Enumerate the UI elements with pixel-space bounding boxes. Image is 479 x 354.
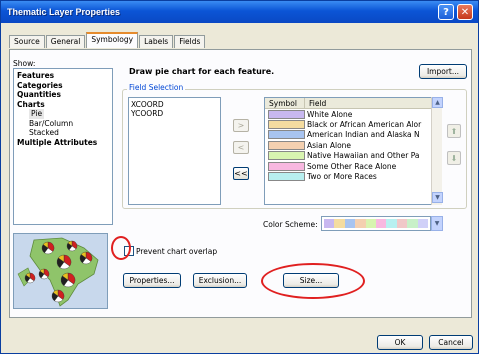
color-scheme-label: Color Scheme: bbox=[263, 220, 318, 229]
renderer-description: Draw pie chart for each feature. bbox=[129, 67, 275, 76]
field-name: Black or African American Alor bbox=[307, 120, 422, 130]
annotation-circle-size bbox=[261, 263, 365, 299]
show-item-charts[interactable]: Charts bbox=[17, 100, 109, 110]
color-scheme-swatch bbox=[386, 219, 397, 228]
show-tree: Features Categories Quantities Charts Pi… bbox=[13, 68, 113, 225]
symbol-field-row[interactable]: Black or African American Alor bbox=[265, 119, 441, 130]
pie-chart-icon bbox=[60, 272, 76, 288]
pie-chart-icon bbox=[24, 272, 36, 284]
available-field-xcoord[interactable]: XCOORD bbox=[131, 100, 218, 109]
window-title: Thematic Layer Properties bbox=[7, 7, 121, 17]
field-name: Two or More Races bbox=[307, 172, 377, 182]
title-bar[interactable]: Thematic Layer Properties ? ✕ bbox=[1, 1, 478, 23]
color-scheme-swatch bbox=[376, 219, 387, 228]
tab-source[interactable]: Source bbox=[9, 35, 45, 48]
pie-chart-icon bbox=[66, 240, 78, 252]
symbol-swatch[interactable] bbox=[268, 130, 305, 140]
field-name: Native Hawaiian and Other Pa bbox=[307, 151, 420, 161]
color-scheme-swatch bbox=[334, 219, 345, 228]
show-item-stacked[interactable]: Stacked bbox=[17, 128, 109, 138]
symbol-swatch[interactable] bbox=[268, 172, 305, 182]
remove-field-button[interactable]: < bbox=[233, 141, 249, 154]
available-field-ycoord[interactable]: YCOORD bbox=[131, 109, 218, 118]
field-name: American Indian and Alaska N bbox=[307, 130, 420, 140]
move-down-icon[interactable]: ⬇ bbox=[447, 151, 461, 165]
field-name: Asian Alone bbox=[307, 140, 352, 150]
scroll-down-arrow[interactable]: ▼ bbox=[432, 192, 443, 203]
import-button[interactable]: Import... bbox=[419, 64, 467, 79]
tab-general[interactable]: General bbox=[45, 35, 86, 48]
symbol-table-scrollbar[interactable]: ▲ ▼ bbox=[431, 97, 443, 205]
field-name: Some Other Race Alone bbox=[307, 161, 397, 171]
pie-chart-icon bbox=[38, 268, 50, 280]
show-label: Show: bbox=[13, 59, 36, 68]
symbol-field-table[interactable]: Symbol Field White Alone Black or African… bbox=[264, 97, 442, 205]
symbol-field-header: Symbol Field bbox=[265, 98, 441, 109]
column-header-symbol[interactable]: Symbol bbox=[265, 98, 305, 108]
symbol-field-rows: White Alone Black or African American Alo… bbox=[265, 109, 441, 182]
show-item-bar-column[interactable]: Bar/Column bbox=[17, 119, 109, 129]
pie-chart-icon bbox=[41, 241, 55, 255]
color-scheme-swatch bbox=[355, 219, 366, 228]
color-scheme-swatch bbox=[407, 219, 418, 228]
tab-fields[interactable]: Fields bbox=[174, 35, 206, 48]
show-item-multiple-attributes[interactable]: Multiple Attributes bbox=[17, 138, 109, 148]
color-scheme-swatch bbox=[344, 219, 356, 228]
prevent-overlap-option[interactable]: Prevent chart overlap bbox=[124, 246, 217, 256]
symbol-field-row[interactable]: Native Hawaiian and Other Pa bbox=[265, 151, 441, 161]
field-selection-legend: Field Selection bbox=[127, 83, 186, 92]
properties-button[interactable]: Properties... bbox=[123, 273, 181, 288]
color-scheme-swatch bbox=[365, 219, 377, 228]
show-item-categories[interactable]: Categories bbox=[17, 81, 109, 91]
prevent-overlap-label: Prevent chart overlap bbox=[136, 246, 218, 256]
available-fields-list[interactable]: XCOORD YCOORD bbox=[128, 97, 221, 205]
exclusion-button[interactable]: Exclusion... bbox=[193, 273, 247, 288]
color-scheme-swatch bbox=[324, 219, 335, 228]
symbol-field-row[interactable]: Some Other Race Alone bbox=[265, 161, 441, 171]
color-scheme-swatch bbox=[417, 219, 429, 228]
color-scheme-dropdown-icon[interactable]: ▼ bbox=[431, 216, 443, 231]
symbol-swatch[interactable] bbox=[268, 161, 305, 171]
remove-all-fields-button[interactable]: << bbox=[233, 167, 249, 180]
symbol-field-row[interactable]: American Indian and Alaska N bbox=[265, 130, 441, 140]
pie-chart-icon bbox=[56, 254, 72, 270]
cancel-button[interactable]: Cancel bbox=[429, 335, 473, 350]
column-header-field[interactable]: Field bbox=[305, 98, 431, 108]
color-scheme-swatch bbox=[396, 219, 408, 228]
show-item-quantities[interactable]: Quantities bbox=[17, 90, 109, 100]
dialog-window: Thematic Layer Properties ? ✕ Source Gen… bbox=[0, 0, 479, 354]
tab-strip: Source General Symbology Labels Fields bbox=[9, 32, 206, 49]
add-field-button[interactable]: > bbox=[233, 119, 249, 132]
pie-chart-icon bbox=[51, 289, 65, 303]
symbol-swatch[interactable] bbox=[268, 120, 305, 130]
show-item-pie[interactable]: Pie bbox=[29, 109, 45, 119]
symbol-field-row[interactable]: Two or More Races bbox=[265, 171, 441, 182]
symbol-swatch[interactable] bbox=[268, 109, 305, 119]
symbol-swatch[interactable] bbox=[268, 151, 305, 161]
annotation-circle-checkbox bbox=[111, 236, 131, 260]
ok-button[interactable]: OK bbox=[377, 335, 423, 350]
symbol-field-row[interactable]: Asian Alone bbox=[265, 140, 441, 150]
help-button[interactable]: ? bbox=[438, 4, 454, 20]
symbol-field-row[interactable]: White Alone bbox=[265, 109, 441, 119]
south-america-map-icon bbox=[17, 237, 99, 307]
move-up-icon[interactable]: ⬆ bbox=[447, 124, 461, 138]
tab-symbology[interactable]: Symbology bbox=[86, 32, 139, 48]
symbol-swatch[interactable] bbox=[268, 140, 305, 150]
field-name: White Alone bbox=[307, 109, 353, 119]
tab-labels[interactable]: Labels bbox=[139, 35, 174, 48]
color-scheme-select[interactable] bbox=[321, 216, 431, 231]
chart-preview-map bbox=[13, 233, 108, 309]
close-button[interactable]: ✕ bbox=[457, 4, 473, 20]
pie-chart-icon bbox=[79, 251, 93, 265]
scroll-up-arrow[interactable]: ▲ bbox=[432, 97, 443, 108]
show-item-features[interactable]: Features bbox=[17, 71, 109, 81]
